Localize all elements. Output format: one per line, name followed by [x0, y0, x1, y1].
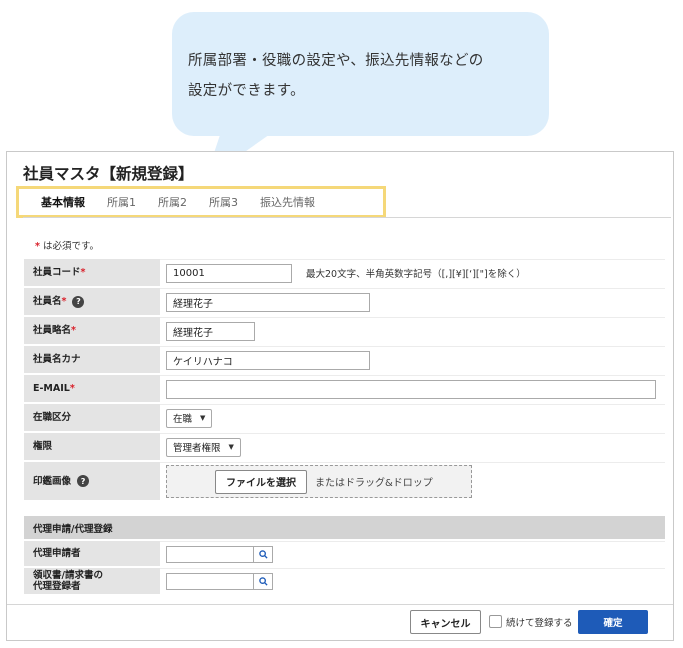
cell-employment-status: 在職 ▼	[160, 404, 665, 431]
row-employee-code: 社員コード * 10001 最大20文字、半角英数字記号（[,][¥][‘]["]…	[24, 259, 665, 288]
tab-basic-info[interactable]: 基本情報	[19, 194, 85, 210]
label-email: E-MAIL *	[24, 375, 160, 402]
row-email: E-MAIL *	[24, 375, 665, 404]
tab-affiliation-1[interactable]: 所属1	[85, 194, 136, 210]
employee-code-input[interactable]: 10001	[166, 263, 292, 283]
label-employee-short-name: 社員略名 *	[24, 317, 160, 344]
required-note-text: は必須です。	[43, 241, 100, 252]
tab-transfer-info[interactable]: 振込先情報	[238, 194, 315, 210]
search-icon	[258, 577, 268, 586]
row-permission: 権限 管理者権限 ▼	[24, 433, 665, 462]
required-star: *	[35, 241, 40, 252]
page-title: 社員マスタ【新規登録】	[23, 165, 194, 183]
help-icon[interactable]: ?	[77, 475, 90, 487]
label-employment-status: 在職区分	[24, 404, 160, 431]
confirm-button[interactable]: 確定	[578, 610, 648, 634]
required-star: *	[71, 325, 76, 336]
employee-master-panel: 社員マスタ【新規登録】 基本情報 所属1 所属2 所属3 振込先情報 * は必須…	[6, 151, 674, 641]
continue-registration-checkbox[interactable]	[489, 615, 502, 628]
cell-employee-short-name: 経理花子	[160, 317, 665, 344]
cell-proxy-applicant	[160, 541, 665, 566]
callout-text: 所属部署・役職の設定や、振込先情報などの 設定ができます。	[188, 46, 538, 106]
callout-line-2: 設定ができます。	[188, 83, 305, 99]
help-icon[interactable]: ?	[72, 295, 85, 308]
cell-seal-image: ファイルを選択 またはドラッグ&ドロップ	[160, 462, 665, 500]
cell-employee-kana: ケイリハナコ	[160, 346, 665, 373]
label-proxy-registrant: 領収書/請求書の 代理登録者	[24, 568, 160, 594]
row-employee-kana: 社員名カナ ケイリハナコ	[24, 346, 665, 375]
tab-divider	[23, 217, 671, 218]
row-employee-name: 社員名 * ? 経理花子	[24, 288, 665, 317]
employee-kana-input[interactable]: ケイリハナコ	[166, 350, 370, 370]
email-field[interactable]	[166, 379, 656, 399]
label-employee-code: 社員コード *	[24, 259, 160, 286]
cell-employee-name: 経理花子	[160, 288, 665, 315]
row-proxy-applicant: 代理申請者	[24, 541, 665, 568]
row-seal-image: 印鑑画像 ? ファイルを選択 またはドラッグ&ドロップ	[24, 462, 665, 502]
proxy-registrant-search	[166, 573, 273, 590]
cell-permission: 管理者権限 ▼	[160, 433, 665, 460]
label-employee-name: 社員名 * ?	[24, 288, 160, 315]
label-permission: 権限	[24, 433, 160, 460]
search-icon	[258, 549, 268, 559]
employee-short-name-input[interactable]: 経理花子	[166, 321, 255, 341]
row-employment-status: 在職区分 在職 ▼	[24, 404, 665, 433]
chevron-down-icon: ▼	[200, 414, 206, 422]
tab-affiliation-3[interactable]: 所属3	[187, 194, 238, 210]
required-star: *	[61, 296, 67, 307]
required-star: *	[69, 383, 75, 394]
drop-hint: またはドラッグ&ドロップ	[315, 478, 433, 489]
proxy-registrant-input[interactable]	[166, 573, 254, 590]
label-employee-kana: 社員名カナ	[24, 346, 160, 373]
employee-code-hint: 最大20文字、半角英数字記号（[,][¥][‘]["]を除く）	[306, 269, 526, 280]
employee-form: 社員コード * 10001 最大20文字、半角英数字記号（[,][¥][‘]["]…	[24, 259, 665, 596]
cell-proxy-registrant	[160, 568, 665, 594]
employment-status-select[interactable]: 在職 ▼	[166, 408, 213, 428]
proxy-applicant-input[interactable]	[166, 545, 254, 563]
proxy-applicant-search-button[interactable]	[254, 545, 273, 563]
required-note: * は必須です。	[35, 238, 99, 252]
callout-line-1: 所属部署・役職の設定や、振込先情報などの	[188, 53, 484, 69]
label-proxy-applicant: 代理申請者	[24, 541, 160, 566]
permission-select[interactable]: 管理者権限 ▼	[166, 437, 241, 457]
label-seal-image: 印鑑画像 ?	[24, 462, 160, 500]
footer-divider	[7, 604, 673, 605]
employee-name-input[interactable]: 経理花子	[166, 292, 370, 312]
seal-image-dropzone[interactable]: ファイルを選択 またはドラッグ&ドロップ	[166, 465, 472, 498]
required-star: *	[80, 267, 86, 278]
cancel-button[interactable]: キャンセル	[410, 610, 481, 634]
tab-affiliation-2[interactable]: 所属2	[136, 194, 187, 210]
proxy-applicant-search	[166, 545, 273, 563]
continue-registration-label: 続けて登録する	[506, 618, 573, 629]
proxy-registrant-search-button[interactable]	[254, 573, 273, 590]
cell-employee-code: 10001 最大20文字、半角英数字記号（[,][¥][‘]["]を除く）	[160, 259, 665, 286]
chevron-down-icon: ▼	[228, 443, 234, 451]
proxy-section-heading: 代理申請/代理登録	[24, 516, 665, 541]
row-proxy-registrant: 領収書/請求書の 代理登録者	[24, 568, 665, 596]
row-employee-short-name: 社員略名 * 経理花子	[24, 317, 665, 346]
choose-file-button[interactable]: ファイルを選択	[215, 469, 307, 494]
cell-email	[160, 375, 665, 402]
tab-bar: 基本情報 所属1 所属2 所属3 振込先情報	[16, 186, 386, 218]
